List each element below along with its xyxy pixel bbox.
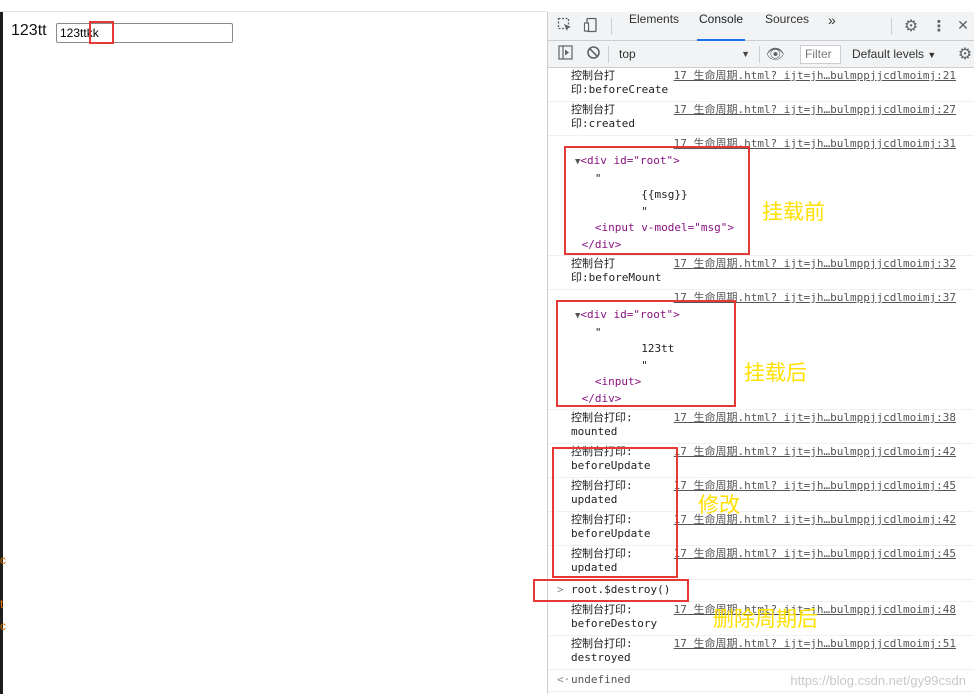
tabbar-separator — [891, 18, 892, 35]
inspect-element-icon[interactable] — [556, 17, 574, 35]
log-message: 控制台打 印:created — [571, 103, 635, 130]
edge-glyph: c — [0, 619, 6, 633]
annotation-box-input — [89, 21, 114, 44]
clear-console-icon[interactable] — [584, 45, 602, 63]
annotation-label-modify: 修改 — [698, 493, 740, 517]
levels-label: Default levels — [852, 47, 925, 61]
annotation-box-before-mount — [564, 146, 750, 255]
log-message: 控制台打印: mounted — [571, 411, 633, 438]
chevron-down-icon: ▼ — [927, 50, 937, 60]
log-message: 控制台打印: destroyed — [571, 637, 633, 664]
filter-input[interactable]: Filter — [800, 45, 841, 64]
more-tabs-button[interactable]: » — [826, 12, 838, 41]
annotation-label-after-mount: 挂载后 — [744, 361, 807, 385]
toolbar-separator — [759, 46, 760, 63]
chevron-down-icon: ▼ — [741, 49, 750, 59]
msg-text: 123tt — [11, 22, 47, 39]
console-log-row: 控制台打印: destroyed 17 生命周期.html? ijt=jh…bu… — [548, 636, 974, 670]
console-settings-gear-icon[interactable]: ⚙ — [956, 45, 974, 63]
log-message: 控制台打 印:beforeMount — [571, 257, 662, 284]
log-message: 控制台打 印:beforeCreate — [571, 69, 669, 96]
tab-elements[interactable]: Elements — [627, 12, 681, 41]
left-edge-strip — [0, 12, 3, 694]
context-value: top — [619, 47, 636, 61]
console-log-row: 控制台打 印:beforeCreate 17 生命周期.html? ijt=jh… — [548, 68, 974, 102]
watermark-text: https://blog.csdn.net/gy99csdn — [790, 673, 966, 688]
close-icon[interactable]: ✕ — [954, 17, 972, 35]
tabbar-separator — [611, 18, 612, 35]
filter-placeholder: Filter — [805, 47, 832, 61]
levels-dropdown[interactable]: Default levels ▼ — [852, 45, 936, 65]
source-link[interactable]: 17 生命周期.html? ijt=jh…bulmppjjcdlmoimj:45 — [674, 547, 956, 561]
annotation-label-before-mount: 挂载前 — [762, 200, 825, 224]
console-log-row: 控制台打印: mounted 17 生命周期.html? ijt=jh…bulm… — [548, 410, 974, 444]
source-link[interactable]: 17 生命周期.html? ijt=jh…bulmppjjcdlmoimj:38 — [674, 411, 956, 425]
edge-glyph: t — [0, 597, 4, 611]
more-menu-icon[interactable]: ⋮ — [930, 17, 948, 35]
top-border — [0, 0, 547, 12]
console-toolbar: top ▼ 👁 Filter Default levels ▼ ⚙ — [548, 41, 974, 68]
gear-icon[interactable]: ⚙ — [902, 17, 920, 35]
toolbar-separator — [608, 46, 609, 63]
page-viewport: c t c 123tt — [0, 0, 547, 694]
tab-console[interactable]: Console — [697, 12, 746, 41]
devtools-tabbar: Elements Console Sources » ⚙ ⋮ ✕ — [548, 12, 974, 41]
source-link[interactable]: 17 生命周期.html? ijt=jh…bulmppjjcdlmoimj:21 — [674, 69, 956, 83]
device-toolbar-icon[interactable] — [582, 17, 600, 35]
tab-sources[interactable]: Sources — [763, 12, 811, 41]
context-select[interactable]: top ▼ — [614, 45, 752, 64]
log-message: 控制台打印: beforeDestory — [571, 603, 658, 630]
annotation-box-after-mount — [556, 300, 736, 407]
msg-input[interactable] — [56, 23, 233, 43]
annotation-label-destroy: 删除周期后 — [713, 607, 818, 631]
console-log-row: 控制台打 印:created 17 生命周期.html? ijt=jh…bulm… — [548, 102, 974, 136]
source-link[interactable]: 17 生命周期.html? ijt=jh…bulmppjjcdlmoimj:32 — [674, 257, 956, 271]
annotation-box-destroy — [533, 579, 689, 602]
result-text: undefined — [571, 673, 631, 686]
edge-glyph: c — [0, 553, 6, 567]
eye-icon[interactable]: 👁 — [766, 45, 785, 63]
source-link[interactable]: 17 生命周期.html? ijt=jh…bulmppjjcdlmoimj:27 — [674, 103, 956, 117]
show-sidebar-icon[interactable] — [556, 45, 574, 63]
source-link[interactable]: 17 生命周期.html? ijt=jh…bulmppjjcdlmoimj:51 — [674, 637, 956, 651]
return-arrow-icon: <· — [557, 673, 571, 686]
source-link[interactable]: 17 生命周期.html? ijt=jh…bulmppjjcdlmoimj:42 — [674, 445, 956, 459]
annotation-box-modify — [552, 447, 678, 578]
console-log-row: 控制台打 印:beforeMount 17 生命周期.html? ijt=jh…… — [548, 256, 974, 290]
